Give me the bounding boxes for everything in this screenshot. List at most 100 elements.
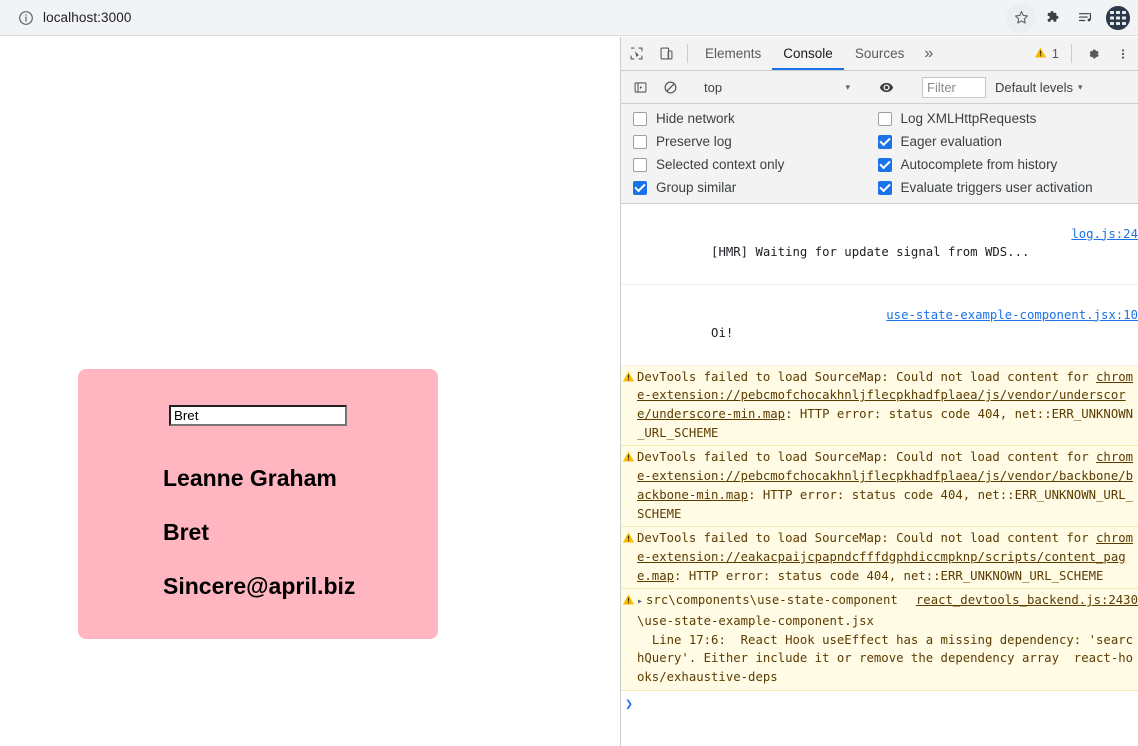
console-message-warning[interactable]: DevTools failed to load SourceMap: Could… [621, 365, 1138, 447]
message-text: Oi! [711, 326, 734, 341]
console-toolbar: top ▾ Default levels ▾ [621, 71, 1138, 104]
message-gutter [621, 368, 635, 383]
setting-log-xmlhttprequests[interactable]: Log XMLHttpRequests [866, 111, 1125, 126]
expand-triangle-icon[interactable]: ▸ [637, 596, 646, 607]
message-body: use-state-example-component.jsx:10 Oi! [635, 287, 1138, 362]
warning-count-badge[interactable]: 1 [1028, 37, 1065, 70]
checkbox-checked-icon[interactable] [877, 180, 892, 195]
checkbox-checked-icon[interactable] [633, 180, 647, 195]
info-circle-icon[interactable] [18, 10, 34, 26]
setting-group-similar[interactable]: Group similar [621, 180, 880, 195]
warning-triangle-icon [622, 370, 635, 383]
profile-avatar[interactable] [1106, 5, 1130, 30]
address-bar[interactable]: localhost:3000 [8, 3, 1002, 32]
checkbox-unchecked-icon[interactable] [877, 111, 892, 126]
console-message-log[interactable]: log.js:24 [HMR] Waiting for update signa… [621, 204, 1138, 285]
warning-count-text: 1 [1051, 46, 1059, 61]
setting-evaluate-triggers-user-activation[interactable]: Evaluate triggers user activation [866, 180, 1125, 195]
tabbar-divider-2 [1071, 44, 1072, 63]
message-gutter [621, 591, 635, 606]
setting-label: Autocomplete from history [900, 157, 1058, 172]
console-input-prompt[interactable]: ❯ [621, 690, 1138, 715]
message-gutter [621, 448, 635, 463]
checkbox-checked-icon[interactable] [877, 134, 892, 149]
media-playlist-icon[interactable] [1070, 3, 1100, 33]
clear-console-icon[interactable] [655, 80, 685, 95]
checkbox-unchecked-icon[interactable] [633, 134, 647, 149]
setting-label: Eager evaluation [900, 134, 1002, 149]
browser-window: localhost:3000 Bret Leanne Graham Bret S… [0, 0, 1138, 746]
message-text-before: DevTools failed to load SourceMap: Could… [637, 369, 1097, 384]
setting-label: Evaluate triggers user activation [900, 180, 1093, 195]
message-body: react_devtools_backend.js:2430 ▸ src\compo… [635, 591, 1138, 687]
console-message-warning[interactable]: DevTools failed to load SourceMap: Could… [621, 527, 1138, 590]
message-source-link[interactable]: use-state-example-component.jsx:10 [886, 306, 1138, 325]
filter-input[interactable] [922, 76, 986, 98]
tabs-overflow-icon[interactable]: » [915, 37, 942, 70]
checkbox-checked-icon[interactable] [877, 157, 892, 172]
setting-label: Preserve log [656, 134, 732, 149]
message-body: log.js:24 [HMR] Waiting for update signa… [635, 206, 1138, 281]
setting-label: Hide network [656, 111, 735, 126]
search-input[interactable] [169, 405, 347, 426]
browser-actions [1006, 2, 1138, 33]
console-message-log[interactable]: use-state-example-component.jsx:10 Oi! [621, 285, 1138, 366]
chevron-down-icon: ▾ [845, 81, 850, 92]
setting-eager-evaluation[interactable]: Eager evaluation [866, 134, 1125, 149]
tab-elements[interactable]: Elements [694, 37, 772, 70]
execution-context-select[interactable]: top ▾ [698, 80, 858, 95]
device-toolbar-icon[interactable] [651, 37, 681, 70]
console-message-warning-react[interactable]: react_devtools_backend.js:2430 ▸ src\compo… [621, 589, 1138, 691]
kebab-menu-icon[interactable] [1108, 37, 1138, 70]
message-gutter [621, 529, 635, 544]
message-source-link[interactable]: log.js:24 [1071, 225, 1138, 244]
setting-hide-network[interactable]: Hide network [621, 111, 880, 126]
warning-triangle-icon [1034, 46, 1047, 62]
inspect-element-icon[interactable] [621, 37, 651, 70]
execution-context-value: top [704, 79, 723, 95]
setting-label: Group similar [656, 180, 737, 195]
log-levels-select[interactable]: Default levels ▾ [986, 80, 1092, 95]
extensions-puzzle-icon[interactable] [1038, 3, 1068, 33]
live-expression-eye-icon[interactable] [871, 79, 901, 96]
message-text-after: : HTTP error: status code 404, net::ERR_… [674, 568, 1104, 583]
setting-autocomplete-from-history[interactable]: Autocomplete from history [866, 157, 1125, 172]
message-source-link[interactable]: react_devtools_backend.js:2430 [916, 591, 1138, 610]
tab-sources[interactable]: Sources [844, 37, 916, 70]
log-levels-label: Default levels [995, 79, 1074, 95]
console-settings: Hide network Preserve log Selected conte… [621, 104, 1138, 204]
message-text: [HMR] Waiting for update signal from WDS… [711, 245, 1030, 260]
user-username: Bret [163, 519, 210, 545]
devtools-tabbar: Elements Console Sources » 1 [621, 37, 1138, 71]
tab-console[interactable]: Console [772, 37, 844, 70]
user-name: Leanne Graham [163, 465, 337, 491]
setting-label: Log XMLHttpRequests [900, 111, 1037, 126]
message-body: DevTools failed to load SourceMap: Could… [635, 448, 1138, 523]
console-message-list[interactable]: log.js:24 [HMR] Waiting for update signa… [621, 204, 1138, 746]
gear-icon[interactable] [1078, 37, 1108, 70]
checkbox-unchecked-icon[interactable] [633, 157, 647, 172]
message-gutter [621, 206, 635, 208]
message-body: DevTools failed to load SourceMap: Could… [635, 368, 1138, 443]
user-card: Leanne Graham Bret Sincere@april.biz [78, 369, 438, 639]
console-sidebar-icon[interactable] [625, 80, 655, 95]
prompt-caret-icon: ❯ [625, 696, 633, 712]
address-bar-url: localhost:3000 [43, 10, 132, 25]
message-text-before: DevTools failed to load SourceMap: Could… [637, 531, 1097, 546]
devtools-panel: Elements Console Sources » 1 top ▾ Filte… [620, 37, 1138, 746]
chevron-down-icon: ▾ [1078, 81, 1083, 92]
message-text-before: DevTools failed to load SourceMap: Could… [637, 450, 1097, 465]
setting-selected-context-only[interactable]: Selected context only [621, 157, 880, 172]
console-message-warning[interactable]: DevTools failed to load SourceMap: Could… [621, 446, 1138, 528]
page-viewport: Leanne Graham Bret Sincere@april.biz [0, 37, 620, 746]
warning-triangle-icon [622, 593, 635, 606]
console-settings-left: Hide network Preserve log Selected conte… [621, 111, 880, 195]
setting-preserve-log[interactable]: Preserve log [621, 134, 880, 149]
bookmark-star-icon[interactable] [1006, 2, 1036, 33]
browser-toolbar: localhost:3000 [0, 0, 1138, 36]
message-gutter [621, 287, 635, 289]
console-settings-right: Log XMLHttpRequests Eager evaluation Aut… [866, 111, 1125, 195]
warning-triangle-icon [622, 531, 635, 544]
toolbar-divider [687, 44, 688, 63]
checkbox-unchecked-icon[interactable] [633, 111, 647, 126]
